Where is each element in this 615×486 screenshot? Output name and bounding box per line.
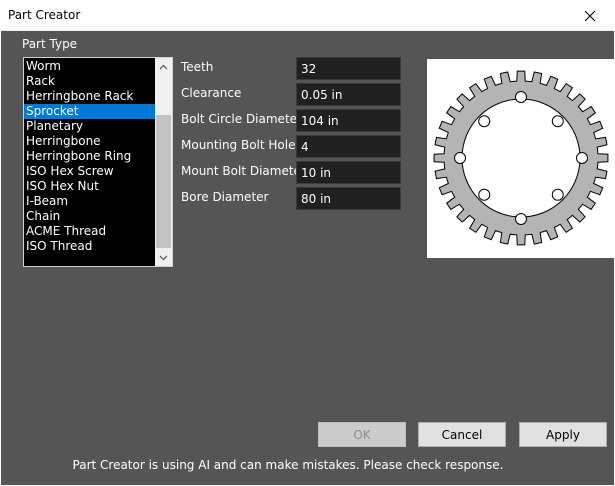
teeth-label: Teeth — [181, 60, 214, 74]
bolt-hole — [551, 115, 564, 128]
ai-disclaimer: Part Creator is using AI and can make mi… — [72, 458, 504, 472]
bolt-hole — [478, 115, 491, 128]
bolt-hole — [454, 152, 466, 164]
mount-bolt-diameter-label: Mount Bolt Diameter — [181, 164, 306, 178]
mount-bolt-diameter-input[interactable] — [296, 161, 401, 184]
chevron-up-icon — [159, 64, 168, 69]
list-item[interactable]: ISO Hex Nut — [24, 179, 155, 194]
part-type-label: Part Type — [22, 37, 78, 51]
clearance-input[interactable] — [296, 83, 401, 106]
bolt-hole — [515, 91, 527, 103]
close-icon — [584, 10, 596, 21]
clearance-label: Clearance — [181, 86, 242, 100]
sprocket-icon — [433, 70, 609, 246]
part-type-list: Worm Rack Herringbone Rack Sprocket Planetar… — [24, 59, 155, 254]
bolt-hole — [576, 152, 588, 164]
bolt-circle-diameter-input[interactable] — [296, 109, 401, 132]
apply-button[interactable]: Apply — [519, 422, 607, 447]
window-title: Part Creator — [8, 8, 81, 22]
list-item[interactable]: Worm — [24, 59, 155, 74]
list-item[interactable]: Chain — [24, 209, 155, 224]
scroll-up-button[interactable] — [155, 58, 172, 75]
list-item[interactable]: Planetary — [24, 119, 155, 134]
bore-diameter-label: Bore Diameter — [181, 190, 269, 204]
list-item[interactable]: Sprocket — [24, 104, 155, 119]
list-item[interactable]: I-Beam — [24, 194, 155, 209]
bolt-hole — [478, 188, 491, 201]
list-item[interactable]: ISO Thread — [24, 239, 155, 254]
list-item[interactable]: Herringbone — [24, 134, 155, 149]
teeth-input[interactable] — [296, 57, 401, 80]
list-scrollbar[interactable] — [155, 58, 172, 266]
dialog-body: Part Type Worm Rack Herringbone Rack Sprock… — [1, 31, 615, 485]
list-item[interactable]: Rack — [24, 74, 155, 89]
bolt-circle-diameter-label: Bolt Circle Diameter — [181, 112, 302, 126]
list-item[interactable]: Herringbone Rack — [24, 89, 155, 104]
bolt-hole — [551, 188, 564, 201]
cancel-button[interactable]: Cancel — [418, 422, 506, 447]
part-type-listbox[interactable]: Worm Rack Herringbone Rack Sprocket Planetar… — [23, 57, 173, 267]
scroll-thumb[interactable] — [156, 115, 171, 248]
list-item[interactable]: ISO Hex Screw — [24, 164, 155, 179]
list-item[interactable]: ACME Thread — [24, 224, 155, 239]
mounting-bolt-holes-label: Mounting Bolt Holes — [181, 138, 302, 152]
sprocket-preview — [427, 59, 615, 258]
mounting-bolt-holes-input[interactable] — [296, 135, 401, 158]
bore-diameter-input[interactable] — [296, 187, 401, 210]
title-bar: Part Creator — [0, 0, 615, 31]
close-button[interactable] — [575, 4, 605, 27]
bolt-hole — [515, 213, 527, 225]
list-item[interactable]: Herringbone Ring — [24, 149, 155, 164]
ok-button[interactable]: OK — [318, 422, 406, 447]
scroll-down-button[interactable] — [155, 249, 172, 266]
chevron-down-icon — [159, 255, 168, 260]
